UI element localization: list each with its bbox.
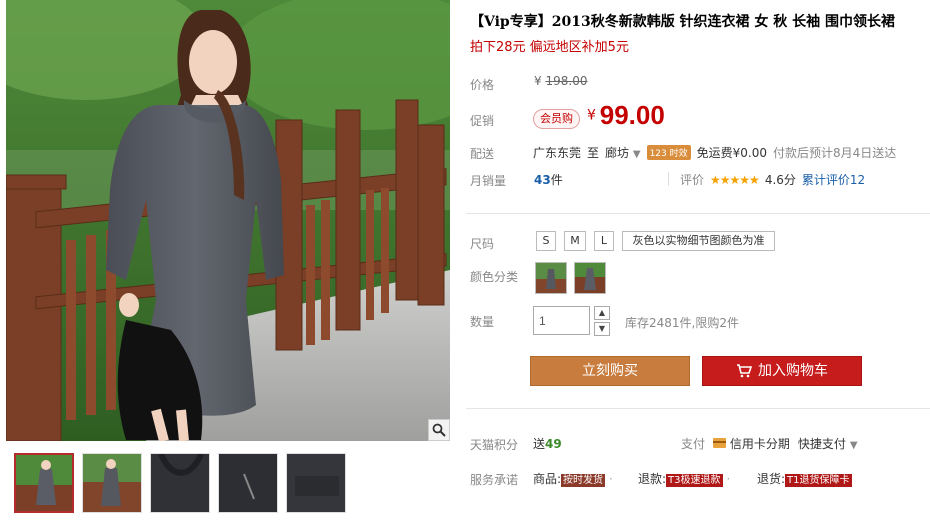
ship-to-city: 廊坊 <box>605 146 630 160</box>
quantity-increment-button[interactable]: ▲ <box>594 306 610 320</box>
quantity-input[interactable] <box>533 306 590 335</box>
promo-currency: ¥ <box>587 107 596 124</box>
quick-pay-label: 快捷支付 <box>797 437 846 451</box>
divider <box>668 172 669 186</box>
thumbnail-strip <box>6 444 450 523</box>
ship-to-selector[interactable]: 廊坊 ▼ <box>605 144 641 161</box>
thumbnail-1[interactable] <box>14 453 74 513</box>
service-goods-tag[interactable]: 按时发货 <box>561 474 606 487</box>
sales-unit: 件 <box>550 173 563 187</box>
thumbnail-4[interactable] <box>218 453 278 513</box>
separator-dot: · <box>609 472 613 486</box>
size-option-m[interactable]: M <box>564 231 586 251</box>
size-label: 尺码 <box>470 237 495 251</box>
rating-score: 4.6分 <box>764 173 796 187</box>
service-refund-prefix: 退款: <box>638 472 667 486</box>
quantity-label: 数量 <box>470 315 495 329</box>
product-title: 【Vip专享】2013秋冬新款韩版 针织连衣裙 女 秋 长袖 围巾领长裙 <box>470 14 896 30</box>
color-option-2[interactable] <box>574 262 606 294</box>
service-return-tag[interactable]: T1退货保障卡 <box>785 474 852 487</box>
service-return-prefix: 退货: <box>757 472 786 486</box>
promo-price-value: 99.00 <box>599 100 665 130</box>
thumbnail-2[interactable] <box>82 453 142 513</box>
zoom-button[interactable] <box>428 419 450 441</box>
payment-options: 支付 信用卡分期 快捷支付 ▼ <box>681 435 858 452</box>
rating: 评价 ★★★★★ 4.6分 累计评价12 <box>680 171 865 188</box>
service-refund: 退款: T3极速退款 · <box>638 470 734 487</box>
size-option-note[interactable]: 灰色以实物细节图颜色为准 <box>622 231 775 251</box>
sales-count-value: 43 <box>534 173 551 187</box>
add-to-cart-label: 加入购物车 <box>758 363 828 379</box>
ship-from: 广东东莞 <box>533 146 582 160</box>
credit-card-icon <box>713 438 727 448</box>
magnifier-icon <box>432 423 446 437</box>
section-divider <box>466 213 930 214</box>
service-refund-tag[interactable]: T3极速退款 <box>666 474 723 487</box>
service-label: 服务承诺 <box>470 473 519 487</box>
quantity-decrement-button[interactable]: ▼ <box>594 322 610 336</box>
add-to-cart-button[interactable]: 加入购物车 <box>702 356 862 386</box>
color-option-1[interactable] <box>535 262 567 294</box>
size-option-s[interactable]: S <box>536 231 556 251</box>
chevron-down-icon: ▼ <box>632 149 641 160</box>
credit-card-installment[interactable]: 信用卡分期 <box>713 435 790 452</box>
service-return: 退货: T1退货保障卡 <box>757 470 852 487</box>
shipping-info: 广东东莞 至 廊坊 ▼ 123 时效 免运费¥0.00 付款后预计8月4日送达 <box>533 144 896 161</box>
rating-label: 评价 <box>680 173 705 187</box>
credit-card-label: 信用卡分期 <box>729 437 790 451</box>
product-subtitle: 拍下28元 偏远地区补加5元 <box>470 40 629 55</box>
sales-count: 43件 <box>534 171 563 188</box>
review-count-link[interactable]: 累计评价12 <box>802 171 865 188</box>
product-photo <box>6 0 450 441</box>
thumbnail-3[interactable] <box>150 453 210 513</box>
main-product-image[interactable] <box>6 0 450 441</box>
service-goods-prefix: 商品: <box>533 472 562 486</box>
separator-dot: · <box>726 472 731 486</box>
delivery-time-tag: 123 时效 <box>646 145 691 160</box>
delivery-eta: 付款后预计8月4日送达 <box>772 146 897 160</box>
size-option-l[interactable]: L <box>594 231 614 251</box>
stock-info: 库存2481件,限购2件 <box>625 316 739 330</box>
quick-pay[interactable]: 快捷支付 ▼ <box>798 435 858 452</box>
service-goods: 商品: 按时发货 · <box>533 470 617 487</box>
color-label: 颜色分类 <box>470 270 519 284</box>
sales-label: 月销量 <box>470 174 507 188</box>
promo-price: ¥ 99.00 <box>587 100 665 131</box>
points-prefix: 送 <box>533 437 546 451</box>
buy-now-button[interactable]: 立刻购买 <box>530 356 690 386</box>
free-shipping: 免运费¥0.00 <box>696 146 767 160</box>
original-price: ¥ 198.00 <box>534 74 587 88</box>
currency-symbol: ¥ <box>534 74 542 88</box>
thumbnail-5[interactable] <box>286 453 346 513</box>
points-value: 49 <box>545 437 562 451</box>
ship-to-word: 至 <box>587 146 600 160</box>
cart-icon <box>737 364 752 378</box>
member-badge: 会员购 <box>533 109 580 129</box>
star-rating-icon: ★★★★★ <box>710 172 760 187</box>
points-info: 送49 <box>533 435 562 452</box>
shipping-label: 配送 <box>470 147 495 161</box>
original-price-value: 198.00 <box>545 74 588 88</box>
payment-label: 支付 <box>681 437 706 451</box>
chevron-down-icon: ▼ <box>849 440 858 451</box>
section-divider <box>466 408 930 409</box>
points-label: 天猫积分 <box>470 438 519 452</box>
promo-label: 促销 <box>470 114 495 128</box>
price-label: 价格 <box>470 78 495 92</box>
